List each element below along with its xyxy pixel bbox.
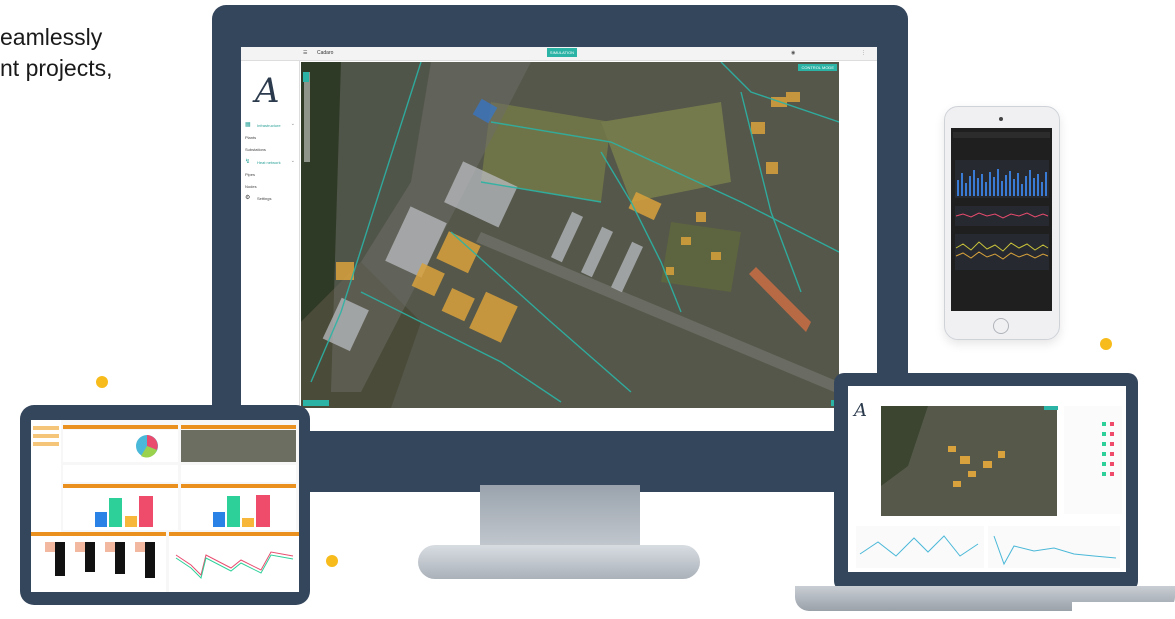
sidebar-item-label: Settings <box>257 196 272 201</box>
menu-icon[interactable]: ☰ <box>303 50 307 56</box>
app-title: Cadaro <box>317 50 334 56</box>
aerial-map-imagery <box>301 62 839 408</box>
laptop-app-thumbnail: A <box>848 386 1126 572</box>
brand-logo-icon: A <box>255 71 280 111</box>
chevron-down-icon: ⌄ <box>290 121 295 127</box>
sidebar-menu: ▦ Infrastructure ⌄ Plants Substations ↯ … <box>245 121 297 203</box>
sidebar-item-label: Plants <box>245 135 257 140</box>
phone-camera <box>999 117 1003 121</box>
sidebar-item-substations[interactable]: Substations <box>245 143 297 155</box>
sidebar-item-label: Nodes <box>245 184 257 189</box>
decor-dot <box>96 376 108 388</box>
more-options-icon[interactable]: ⋮ <box>861 50 866 56</box>
map-scale-bar <box>303 400 329 406</box>
zoom-control[interactable] <box>303 72 309 82</box>
sidebar-item-pipes[interactable]: Pipes <box>245 167 297 179</box>
sidebar-item-label: Heat network <box>257 160 281 165</box>
tablet-screen <box>31 420 299 592</box>
headline: eamlessly nt projects, <box>0 22 113 84</box>
sidebar-item-nodes[interactable]: Nodes <box>245 179 297 191</box>
simulation-button[interactable]: SIMULATION <box>547 48 577 57</box>
sidebar-item-settings[interactable]: ⚙ Settings <box>245 191 297 203</box>
grid-icon: ▦ <box>245 122 251 128</box>
control-mode-badge: CONTROL MODE <box>798 64 837 71</box>
decor-dot <box>1100 338 1112 350</box>
sidebar-item-heat-network[interactable]: ↯ Heat network ⌄ <box>245 155 297 167</box>
dashboard-thumbnail <box>31 420 299 592</box>
phone-home-button[interactable] <box>993 318 1009 334</box>
aerial-map[interactable]: CONTROL MODE <box>301 62 839 408</box>
sidebar-item-label: Substations <box>245 147 266 152</box>
app-topbar: ☰ Cadaro SIMULATION ◉ ⋮ <box>241 47 877 61</box>
headline-line-1: eamlessly <box>0 24 103 50</box>
sidebar-item-infrastructure[interactable]: ▦ Infrastructure ⌄ <box>245 121 297 131</box>
laptop-screen: A <box>848 386 1126 572</box>
corner-overlay <box>1072 602 1175 619</box>
sidebar-item-label: Infrastructure <box>257 123 281 128</box>
sidebar-item-plants[interactable]: Plants <box>245 131 297 143</box>
chevron-down-icon: ⌄ <box>290 158 295 164</box>
gear-icon: ⚙ <box>245 195 251 201</box>
user-avatar-icon[interactable]: ◉ <box>791 50 795 56</box>
sidebar-item-label: Pipes <box>245 172 256 177</box>
app-sidebar: A ▦ Infrastructure ⌄ Plants Substations … <box>241 61 300 421</box>
phone-screen <box>951 128 1052 311</box>
desktop-screen: ☰ Cadaro SIMULATION ◉ ⋮ A ▦ Infrastructu… <box>241 47 877 431</box>
decor-dot <box>326 555 338 567</box>
headline-line-2: nt projects, <box>0 55 113 81</box>
phone-charts-thumbnail <box>951 128 1052 311</box>
svg-text:A: A <box>852 400 867 421</box>
monitor-base <box>418 545 700 579</box>
network-icon: ↯ <box>245 159 251 165</box>
